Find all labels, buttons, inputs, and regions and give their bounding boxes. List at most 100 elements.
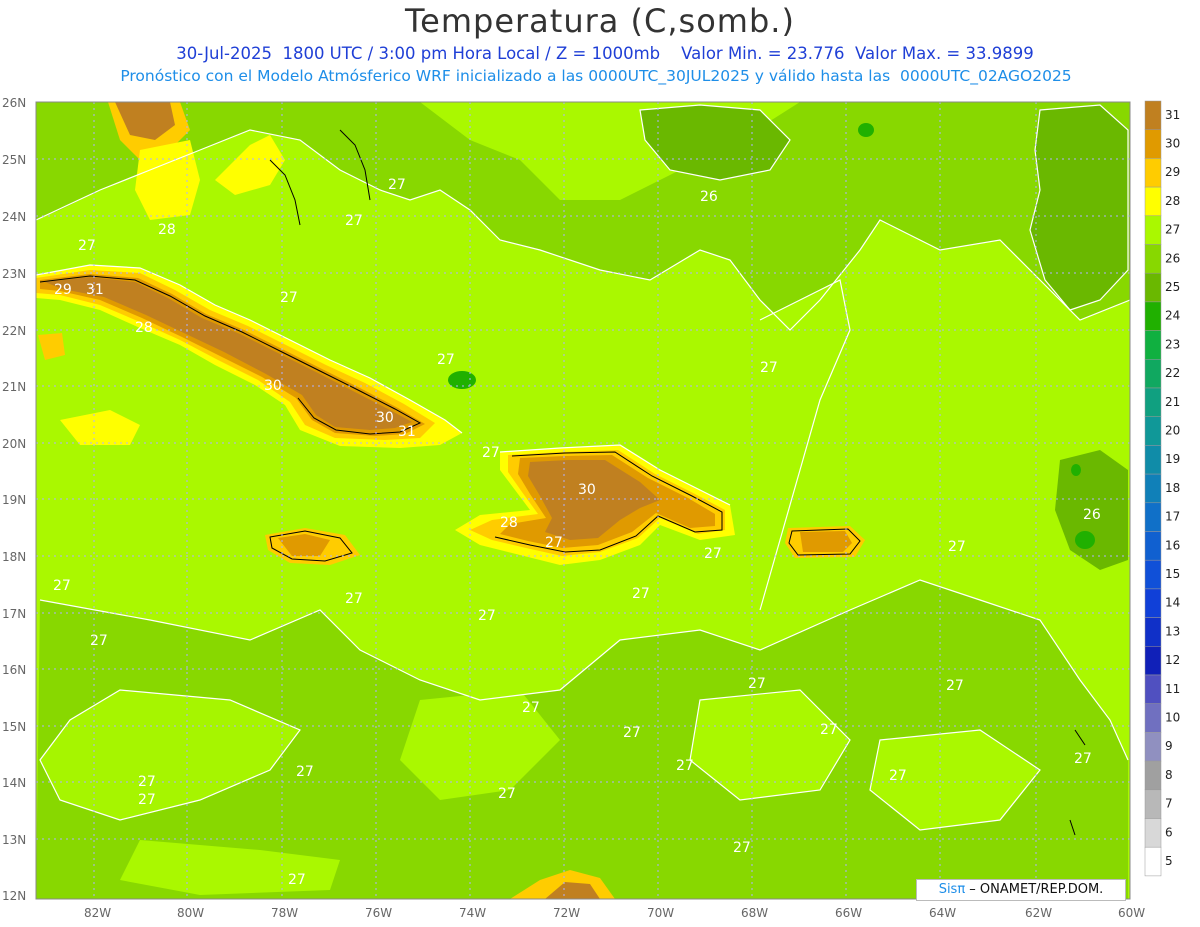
- colorbar-label: 22: [1165, 366, 1180, 380]
- lat-label: 16N: [2, 663, 26, 677]
- contour-label: 27: [748, 676, 766, 692]
- lat-label: 17N: [2, 607, 26, 621]
- lat-label: 21N: [2, 380, 26, 394]
- cool-patch-4: [1071, 464, 1081, 476]
- colorbar-swatch: [1144, 330, 1162, 360]
- colorbar-label: 6: [1165, 825, 1173, 839]
- temperature-map: 27 28 29 31 28 27 30 30 31 27 27 27 27 3…: [2, 96, 1180, 920]
- colorbar-label: 20: [1165, 423, 1180, 437]
- longitude-axis: 82W 80W 78W 76W 74W 72W 70W 68W 66W 64W …: [84, 906, 1145, 920]
- colorbar-swatch: [1144, 502, 1162, 532]
- contour-label: 26: [700, 189, 718, 205]
- lon-label: 78W: [271, 906, 298, 920]
- colorbar-swatch: [1144, 818, 1162, 848]
- cool-patch-3: [1075, 531, 1095, 549]
- contour-label: 28: [500, 515, 518, 531]
- lon-label: 82W: [84, 906, 111, 920]
- contour-label: 27: [78, 238, 96, 254]
- lat-label: 13N: [2, 833, 26, 847]
- contour-label: 27: [760, 360, 778, 376]
- colorbar-swatch: [1144, 559, 1162, 590]
- contour-label: 27: [733, 840, 751, 856]
- colorbar-label: 26: [1165, 251, 1180, 265]
- colorbar-swatch: [1144, 531, 1162, 561]
- contour-label: 28: [135, 320, 153, 336]
- colorbar-label: 18: [1165, 481, 1180, 495]
- contour-label: 31: [398, 424, 416, 440]
- colorbar-swatch: [1144, 416, 1162, 446]
- contour-label: 27: [522, 700, 540, 716]
- colorbar-swatch: [1144, 244, 1162, 274]
- colorbar-label: 19: [1165, 452, 1180, 466]
- credit-box: Sisπ – ONAMET/REP.DOM.: [916, 879, 1126, 901]
- colorbar-label: 15: [1165, 567, 1180, 581]
- colorbar-label: 29: [1165, 165, 1180, 179]
- contour-label: 27: [90, 633, 108, 649]
- lat-label: 24N: [2, 210, 26, 224]
- contour-label: 27: [946, 678, 964, 694]
- colorbar-label: 11: [1165, 682, 1180, 696]
- colorbar-swatch: [1144, 359, 1162, 389]
- colorbar-label: 14: [1165, 596, 1180, 610]
- colorbar-label: 12: [1165, 653, 1180, 667]
- colorbar-label: 23: [1165, 337, 1180, 351]
- lat-label: 23N: [2, 267, 26, 281]
- colorbar-label: 5: [1165, 854, 1173, 868]
- lon-label: 68W: [741, 906, 768, 920]
- colorbar-swatch: [1144, 445, 1162, 475]
- contour-label: 27: [280, 290, 298, 306]
- colorbar-swatch: [1144, 617, 1162, 647]
- colorbar-label: 28: [1165, 194, 1180, 208]
- cool-patch-2: [858, 123, 874, 137]
- contour-label: 31: [86, 282, 104, 298]
- contour-label: 28: [158, 222, 176, 238]
- contour-label: 27: [948, 539, 966, 555]
- colorbar-label: 31: [1165, 108, 1180, 122]
- lon-label: 70W: [647, 906, 674, 920]
- lon-label: 64W: [929, 906, 956, 920]
- contour-label: 27: [288, 872, 306, 888]
- latitude-axis: 26N 25N 24N 23N 22N 21N 20N 19N 18N 17N …: [2, 96, 26, 903]
- florida-28: [135, 140, 200, 220]
- colorbar-swatch: [1144, 473, 1162, 504]
- colorbar-label: 13: [1165, 624, 1180, 638]
- colorbar-swatch: [1144, 272, 1162, 303]
- contour-label: 27: [889, 768, 907, 784]
- lat-label: 14N: [2, 776, 26, 790]
- contour-label: 27: [498, 786, 516, 802]
- contour-label: 27: [623, 725, 641, 741]
- colorbar-swatch: [1144, 703, 1162, 733]
- colorbar-label: 21: [1165, 395, 1180, 409]
- colorbar-swatch: [1144, 674, 1162, 704]
- colorbar-swatch: [1144, 387, 1162, 417]
- colorbar-swatch: [1144, 301, 1162, 331]
- contour-label: 27: [388, 177, 406, 193]
- contour-label: 27: [820, 722, 838, 738]
- contour-label: 27: [296, 764, 314, 780]
- colorbar: 31 30 29 28 27 26 25 24 23 22 21 20 19 18 17 16 15 14 13 12…: [1144, 100, 1180, 877]
- contour-label: 29: [54, 282, 72, 298]
- lon-label: 74W: [459, 906, 486, 920]
- credit-text: – ONAMET/REP.DOM.: [965, 882, 1104, 897]
- colorbar-label: 16: [1165, 538, 1180, 552]
- lon-label: 80W: [177, 906, 204, 920]
- lon-label: 62W: [1025, 906, 1052, 920]
- contour-label: 27: [1074, 751, 1092, 767]
- contour-label: 27: [545, 535, 563, 551]
- contour-label: 27: [704, 546, 722, 562]
- lat-label: 22N: [2, 324, 26, 338]
- colorbar-swatch: [1144, 186, 1162, 217]
- contour-label: 27: [437, 352, 455, 368]
- colorbar-label: 10: [1165, 710, 1180, 724]
- contour-label: 27: [482, 445, 500, 461]
- contour-label: 27: [345, 213, 363, 229]
- sispi-logo-text: Sisπ: [938, 882, 966, 897]
- lon-label: 66W: [835, 906, 862, 920]
- colorbar-swatch: [1144, 646, 1162, 676]
- lon-label: 60W: [1118, 906, 1145, 920]
- colorbar-label: 9: [1165, 739, 1173, 753]
- contour-label: 27: [138, 774, 156, 790]
- colorbar-label: 25: [1165, 280, 1180, 294]
- colorbar-label: 8: [1165, 768, 1173, 782]
- lat-label: 18N: [2, 550, 26, 564]
